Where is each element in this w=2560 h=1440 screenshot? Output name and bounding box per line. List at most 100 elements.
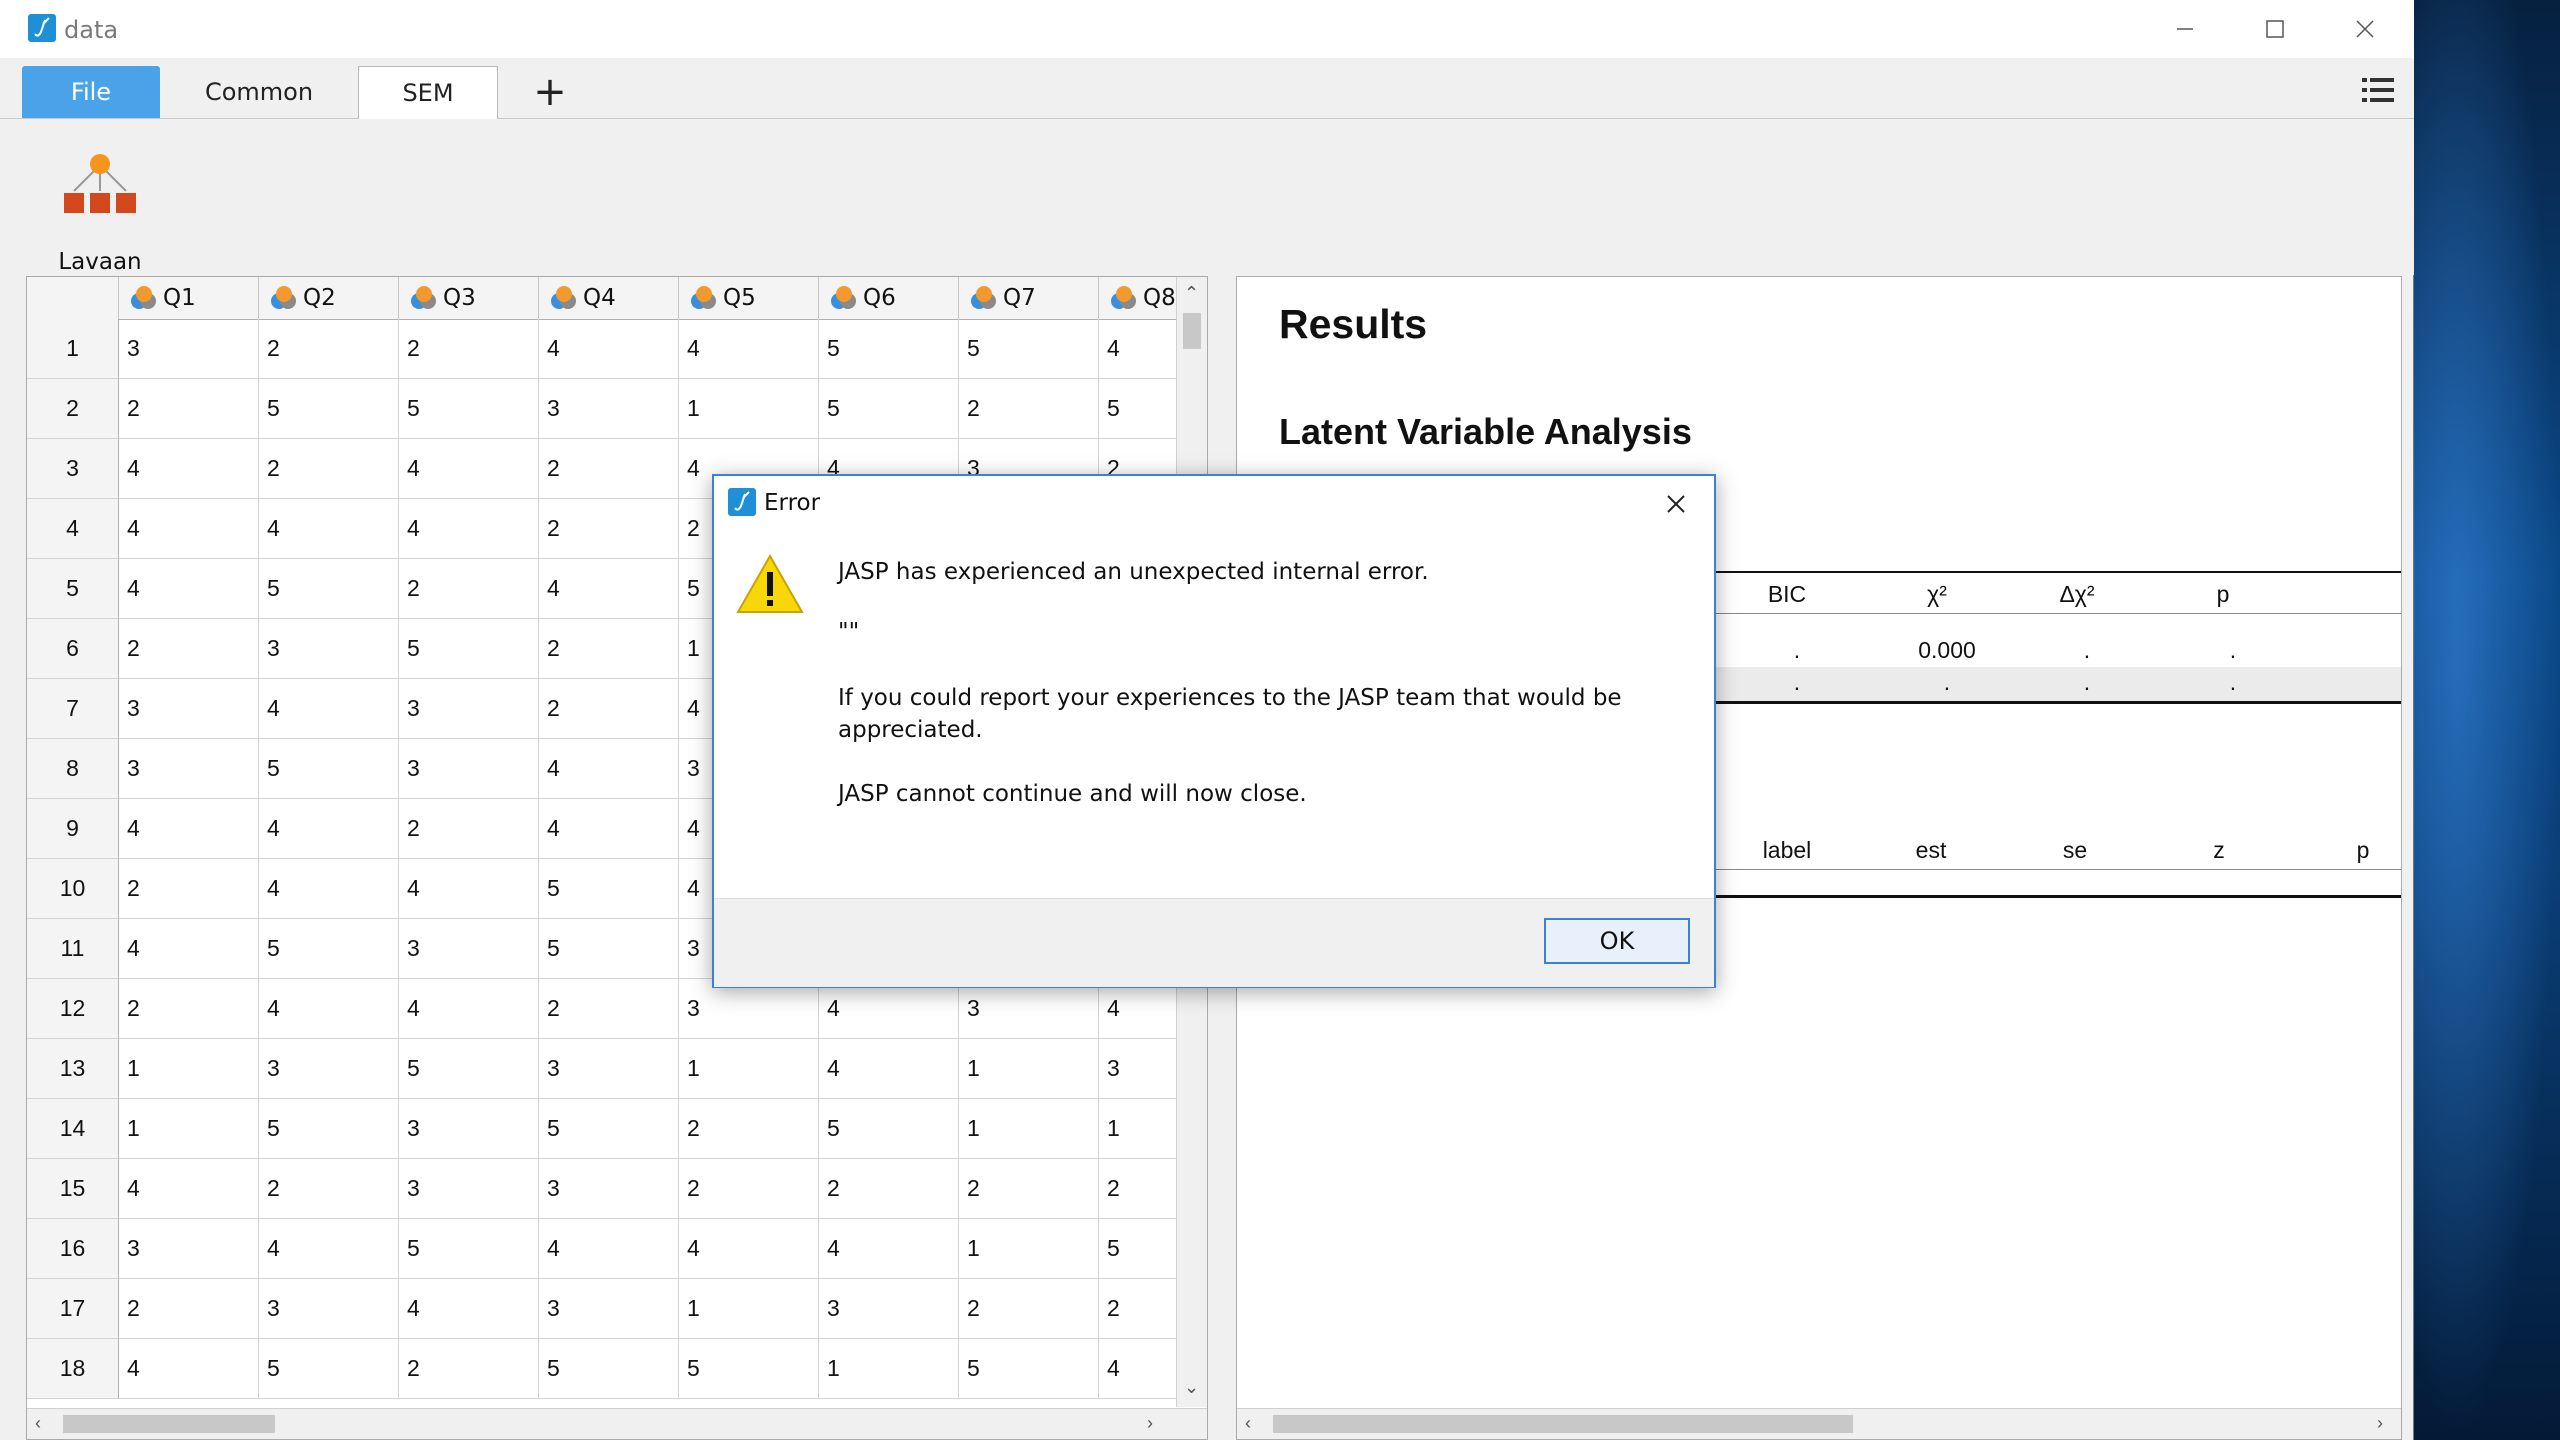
- grid-cell[interactable]: 2: [399, 799, 539, 859]
- grid-cell[interactable]: 4: [399, 979, 539, 1039]
- row-number[interactable]: 2: [27, 379, 119, 439]
- grid-cell[interactable]: 2: [119, 979, 259, 1039]
- scroll-right-icon[interactable]: ›: [2377, 1413, 2383, 1434]
- grid-cell[interactable]: 4: [259, 499, 399, 559]
- grid-cell[interactable]: 2: [399, 319, 539, 379]
- column-header-q3[interactable]: Q3: [399, 277, 539, 319]
- grid-cell[interactable]: 3: [959, 979, 1099, 1039]
- grid-cell[interactable]: 3: [119, 739, 259, 799]
- grid-cell[interactable]: 5: [399, 379, 539, 439]
- row-number[interactable]: 6: [27, 619, 119, 679]
- grid-cell[interactable]: 3: [539, 1279, 679, 1339]
- row-number[interactable]: 1: [27, 319, 119, 379]
- ok-button[interactable]: OK: [1544, 918, 1690, 964]
- grid-cell[interactable]: 4: [259, 799, 399, 859]
- column-header-q2[interactable]: Q2: [259, 277, 399, 319]
- grid-cell[interactable]: 5: [259, 1339, 399, 1399]
- results-horizontal-scrollbar[interactable]: ‹ ›: [1237, 1408, 2401, 1439]
- close-window-button[interactable]: [2320, 0, 2410, 58]
- grid-cell[interactable]: 5: [819, 1099, 959, 1159]
- grid-cell[interactable]: 2: [119, 859, 259, 919]
- grid-cell[interactable]: 2: [959, 1279, 1099, 1339]
- grid-cell[interactable]: 1: [119, 1099, 259, 1159]
- maximize-button[interactable]: [2230, 0, 2320, 58]
- column-header-q5[interactable]: Q5: [679, 277, 819, 319]
- grid-cell[interactable]: 3: [399, 739, 539, 799]
- scroll-right-icon[interactable]: ›: [1147, 1413, 1153, 1434]
- grid-cell[interactable]: 3: [399, 1159, 539, 1219]
- grid-cell[interactable]: 2: [539, 619, 679, 679]
- grid-cell[interactable]: 4: [399, 439, 539, 499]
- row-number[interactable]: 17: [27, 1279, 119, 1339]
- grid-cell[interactable]: 1: [679, 1039, 819, 1099]
- tab-sem[interactable]: SEM: [358, 66, 498, 119]
- grid-cell[interactable]: 4: [539, 1219, 679, 1279]
- grid-cell[interactable]: 5: [539, 859, 679, 919]
- grid-vscroll-thumb[interactable]: [1183, 313, 1201, 349]
- grid-cell[interactable]: 4: [679, 319, 819, 379]
- grid-cell[interactable]: 2: [679, 1099, 819, 1159]
- grid-cell[interactable]: 5: [539, 1339, 679, 1399]
- grid-cell[interactable]: 1: [959, 1219, 1099, 1279]
- grid-cell[interactable]: 5: [399, 1039, 539, 1099]
- grid-cell[interactable]: 1: [679, 1279, 819, 1339]
- grid-cell[interactable]: 5: [259, 739, 399, 799]
- grid-cell[interactable]: 4: [259, 679, 399, 739]
- row-number[interactable]: 14: [27, 1099, 119, 1159]
- results-hscroll-thumb[interactable]: [1273, 1415, 1853, 1433]
- grid-cell[interactable]: 2: [259, 319, 399, 379]
- grid-cell[interactable]: 1: [959, 1099, 1099, 1159]
- grid-cell[interactable]: 2: [539, 439, 679, 499]
- grid-cell[interactable]: 2: [119, 1279, 259, 1339]
- grid-cell[interactable]: 4: [119, 559, 259, 619]
- grid-cell[interactable]: 4: [819, 1039, 959, 1099]
- grid-cell[interactable]: 4: [679, 1219, 819, 1279]
- grid-cell[interactable]: 4: [119, 499, 259, 559]
- grid-cell[interactable]: 4: [119, 439, 259, 499]
- grid-cell[interactable]: 4: [259, 979, 399, 1039]
- grid-cell[interactable]: 4: [539, 559, 679, 619]
- row-number[interactable]: 13: [27, 1039, 119, 1099]
- grid-cell[interactable]: 4: [119, 1339, 259, 1399]
- grid-cell[interactable]: 3: [539, 1039, 679, 1099]
- grid-cell[interactable]: 1: [959, 1039, 1099, 1099]
- grid-cell[interactable]: 5: [539, 919, 679, 979]
- grid-cell[interactable]: 3: [399, 919, 539, 979]
- column-header-q4[interactable]: Q4: [539, 277, 679, 319]
- row-number[interactable]: 11: [27, 919, 119, 979]
- tab-file[interactable]: File: [22, 66, 160, 118]
- grid-cell[interactable]: 4: [539, 739, 679, 799]
- column-header-q6[interactable]: Q6: [819, 277, 959, 319]
- grid-cell[interactable]: 2: [259, 1159, 399, 1219]
- grid-cell[interactable]: 4: [819, 1219, 959, 1279]
- scroll-down-icon[interactable]: ⌄: [1184, 1377, 1199, 1398]
- row-number[interactable]: 16: [27, 1219, 119, 1279]
- add-module-button[interactable]: +: [524, 66, 576, 118]
- scroll-left-icon[interactable]: ‹: [1245, 1413, 1251, 1434]
- grid-horizontal-scrollbar[interactable]: ‹ ›: [27, 1408, 1207, 1439]
- grid-cell[interactable]: 2: [959, 379, 1099, 439]
- grid-cell[interactable]: 3: [119, 679, 259, 739]
- grid-cell[interactable]: 4: [259, 859, 399, 919]
- column-header-q1[interactable]: Q1: [119, 277, 259, 319]
- grid-cell[interactable]: 3: [119, 1219, 259, 1279]
- scroll-up-icon[interactable]: ⌃: [1184, 283, 1199, 304]
- minimize-button[interactable]: [2140, 0, 2230, 58]
- grid-cell[interactable]: 2: [399, 1339, 539, 1399]
- grid-cell[interactable]: 2: [539, 499, 679, 559]
- grid-cell[interactable]: 5: [959, 1339, 1099, 1399]
- lavaan-button[interactable]: Lavaan: [48, 149, 152, 275]
- grid-cell[interactable]: 5: [399, 619, 539, 679]
- grid-cell[interactable]: 5: [259, 559, 399, 619]
- grid-cell[interactable]: 4: [399, 499, 539, 559]
- row-number[interactable]: 18: [27, 1339, 119, 1399]
- grid-cell[interactable]: 4: [399, 859, 539, 919]
- grid-cell[interactable]: 4: [259, 1219, 399, 1279]
- grid-cell[interactable]: 3: [119, 319, 259, 379]
- grid-cell[interactable]: 3: [539, 1159, 679, 1219]
- tab-common[interactable]: Common: [160, 66, 358, 118]
- grid-cell[interactable]: 5: [399, 1219, 539, 1279]
- grid-cell[interactable]: 4: [119, 799, 259, 859]
- grid-cell[interactable]: 5: [819, 319, 959, 379]
- grid-cell[interactable]: 5: [259, 1099, 399, 1159]
